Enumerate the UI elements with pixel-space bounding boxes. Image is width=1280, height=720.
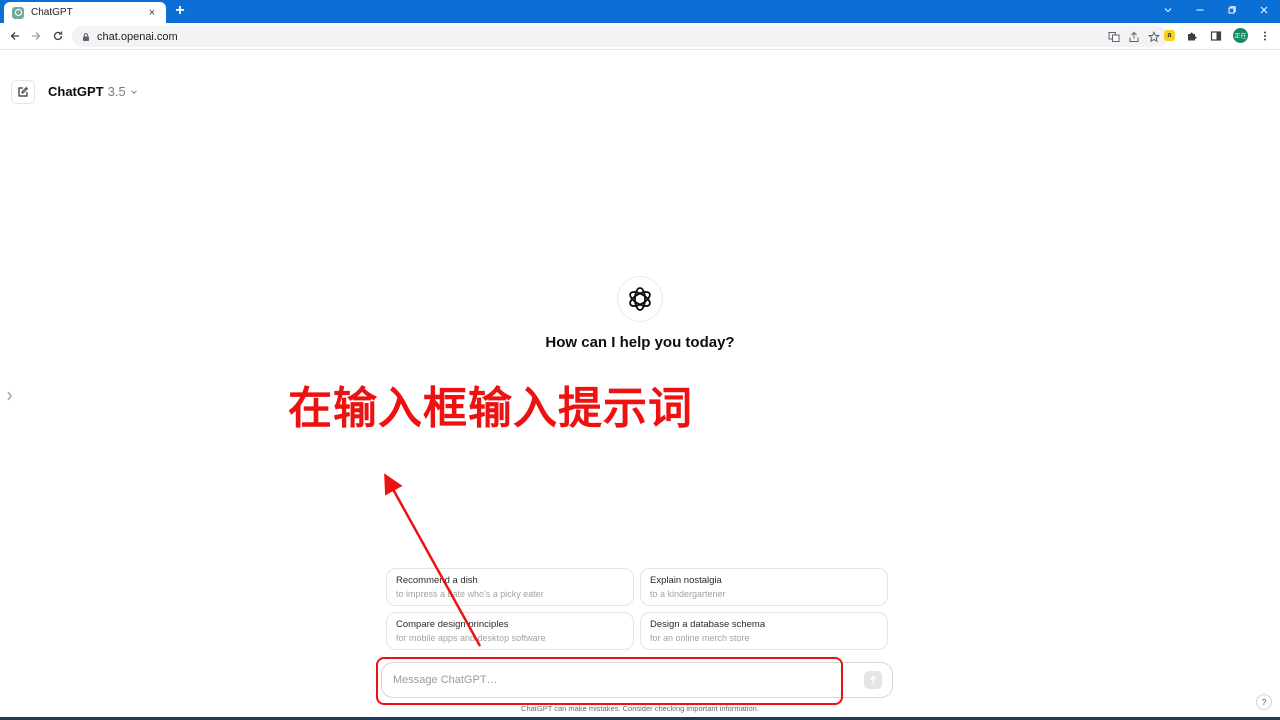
chatgpt-favicon-icon	[12, 6, 24, 19]
chevron-down-icon	[130, 88, 138, 96]
browser-tab-chatgpt[interactable]: ChatGPT ×	[4, 2, 166, 23]
side-panel-icon[interactable]	[1209, 29, 1223, 43]
window-controls	[1152, 0, 1280, 23]
minimize-icon[interactable]	[1184, 0, 1216, 20]
greeting-heading: How can I help you today?	[545, 334, 735, 351]
tab-title: ChatGPT	[31, 7, 73, 18]
new-chat-button[interactable]	[11, 80, 35, 104]
url-text: chat.openai.com	[97, 30, 178, 43]
chatgpt-page: ChatGPT 3.5 How can I help you today? 在输…	[0, 72, 1280, 720]
message-input[interactable]	[393, 674, 864, 686]
arrow-up-icon	[869, 675, 877, 684]
message-composer	[381, 662, 893, 698]
extension-icon[interactable]: a	[1164, 30, 1175, 41]
suggestion-subtitle: for mobile apps and desktop software	[396, 633, 546, 643]
address-bar[interactable]: chat.openai.com	[72, 26, 1168, 47]
new-tab-button[interactable]: +	[172, 3, 188, 19]
suggestion-title: Explain nostalgia	[650, 575, 722, 586]
browser-tabstrip: ChatGPT × +	[0, 0, 1280, 23]
suggestion-card[interactable]: Design a database schema for an online m…	[640, 612, 888, 650]
disclaimer-text: ChatGPT can make mistakes. Consider chec…	[521, 704, 759, 713]
translate-icon[interactable]	[1108, 31, 1120, 43]
close-window-icon[interactable]	[1248, 0, 1280, 20]
sidebar-toggle-icon[interactable]	[6, 388, 14, 404]
model-name: ChatGPT	[48, 84, 104, 99]
reload-icon[interactable]	[50, 28, 66, 44]
suggestion-grid: Recommend a dish to impress a date who's…	[386, 568, 889, 650]
suggestion-title: Recommend a dish	[396, 575, 478, 586]
bookmark-star-icon[interactable]	[1148, 30, 1160, 43]
suggestion-card[interactable]: Recommend a dish to impress a date who's…	[386, 568, 634, 606]
tab-search-icon[interactable]	[1152, 0, 1184, 20]
browser-menu-icon[interactable]	[1258, 29, 1272, 43]
send-button[interactable]	[864, 671, 882, 689]
lock-icon	[81, 32, 91, 42]
suggestion-card[interactable]: Compare design principles for mobile app…	[386, 612, 634, 650]
restore-icon[interactable]	[1216, 0, 1248, 20]
share-icon[interactable]	[1128, 31, 1140, 43]
suggestion-card[interactable]: Explain nostalgia to a kindergartener	[640, 568, 888, 606]
browser-toolbar: chat.openai.com a 正在	[0, 23, 1280, 50]
suggestion-title: Compare design principles	[396, 619, 509, 630]
suggestion-title: Design a database schema	[650, 619, 766, 630]
model-version: 3.5	[107, 84, 126, 99]
model-selector[interactable]: ChatGPT 3.5	[48, 84, 138, 99]
openai-logo-icon	[617, 276, 663, 322]
suggestion-subtitle: for an online merch store	[650, 633, 750, 643]
help-button[interactable]: ?	[1256, 694, 1272, 710]
back-arrow-icon[interactable]	[7, 28, 23, 44]
forward-arrow-icon[interactable]	[28, 28, 44, 44]
suggestion-subtitle: to impress a date who's a picky eater	[396, 589, 544, 599]
extensions-puzzle-icon[interactable]	[1185, 29, 1199, 43]
profile-avatar[interactable]: 正在	[1233, 28, 1248, 43]
tab-close-icon[interactable]: ×	[146, 7, 158, 19]
annotation-text: 在输入框输入提示词	[288, 383, 693, 434]
edit-icon	[18, 86, 29, 97]
suggestion-subtitle: to a kindergartener	[650, 589, 726, 599]
